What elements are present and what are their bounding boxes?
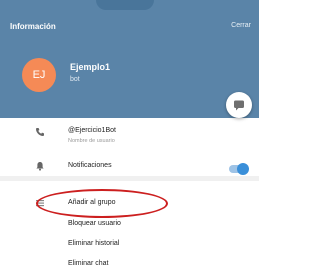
avatar: EJ xyxy=(22,58,56,92)
message-button[interactable] xyxy=(226,92,252,118)
action-label: Eliminar historial xyxy=(68,240,120,247)
phone-icon xyxy=(34,126,46,138)
action-add-to-group[interactable]: Añadir al grupo xyxy=(0,193,259,213)
toggle-knob xyxy=(237,163,249,175)
action-clear-history[interactable]: Eliminar historial xyxy=(0,235,259,253)
notifications-toggle[interactable] xyxy=(229,163,249,175)
page-title: Información xyxy=(10,22,56,31)
action-label: Añadir al grupo xyxy=(68,199,116,206)
notifications-row[interactable]: Notificaciones xyxy=(0,156,259,176)
profile-subtitle: bot xyxy=(70,76,80,83)
status-notch xyxy=(96,0,154,10)
username-caption: Nombre de usuario xyxy=(68,138,115,144)
list-icon xyxy=(34,197,46,209)
close-button[interactable]: Cerrar xyxy=(231,22,251,29)
section-divider xyxy=(0,176,259,181)
profile-header: EJ Ejemplo1 bot xyxy=(0,48,259,118)
chat-bubble-icon xyxy=(234,100,244,111)
action-label: Eliminar chat xyxy=(68,260,109,267)
action-label: Bloquear usuario xyxy=(68,220,121,227)
info-panel: Información Cerrar EJ Ejemplo1 bot @Ejer… xyxy=(0,0,259,275)
bell-icon xyxy=(34,160,46,172)
action-delete-chat[interactable]: Eliminar chat xyxy=(0,255,259,273)
username-row[interactable]: @Ejercicio1Bot Nombre de usuario xyxy=(0,118,259,152)
username-value: @Ejercicio1Bot xyxy=(68,127,116,134)
profile-name: Ejemplo1 xyxy=(70,62,111,72)
notifications-label: Notificaciones xyxy=(68,162,112,169)
action-block-user[interactable]: Bloquear usuario xyxy=(0,215,259,233)
